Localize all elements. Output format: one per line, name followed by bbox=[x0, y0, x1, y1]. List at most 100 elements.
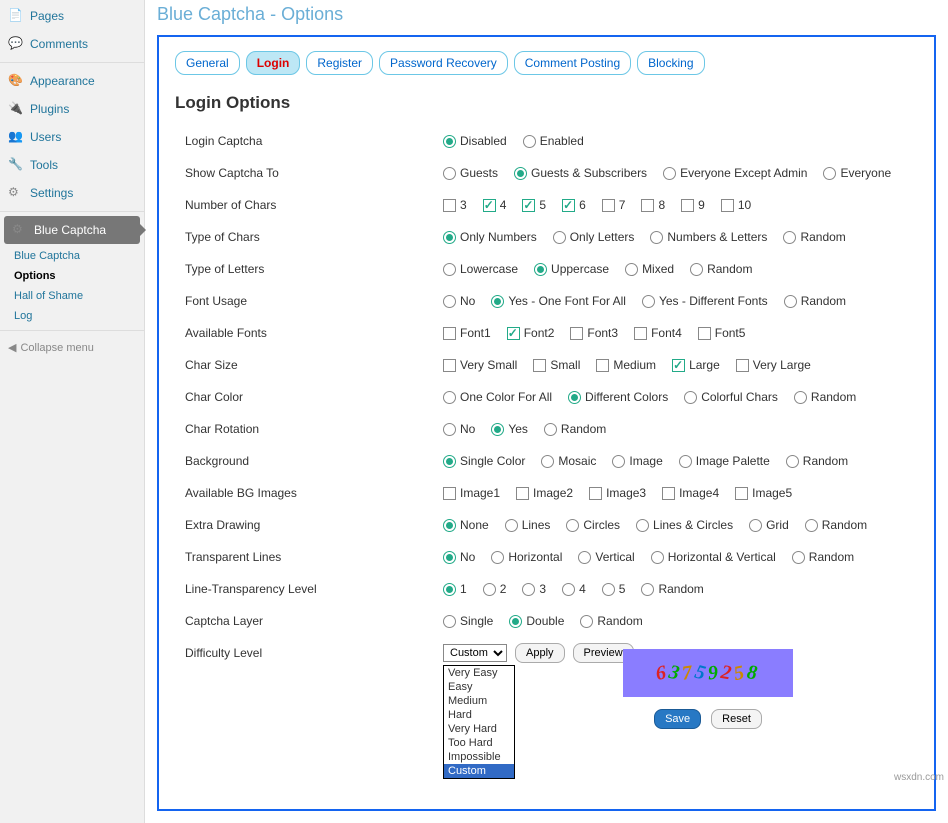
extra-draw-option[interactable]: Lines & Circles bbox=[636, 518, 733, 532]
extra-draw-option[interactable]: Grid bbox=[749, 518, 789, 532]
bg-images-checkbox[interactable] bbox=[443, 487, 456, 500]
avail-fonts-option[interactable]: Font1 bbox=[443, 326, 491, 340]
trans-level-radio[interactable] bbox=[562, 583, 575, 596]
char-color-option[interactable]: Random bbox=[794, 390, 856, 404]
background-option[interactable]: Image bbox=[612, 454, 662, 468]
trans-lines-option[interactable]: Vertical bbox=[578, 550, 634, 564]
type-letters-radio[interactable] bbox=[443, 263, 456, 276]
font-usage-option[interactable]: Yes - One Font For All bbox=[491, 294, 626, 308]
bg-images-option[interactable]: Image1 bbox=[443, 486, 500, 500]
trans-lines-radio[interactable] bbox=[792, 551, 805, 564]
extra-draw-radio[interactable] bbox=[566, 519, 579, 532]
trans-lines-radio[interactable] bbox=[578, 551, 591, 564]
trans-lines-option[interactable]: Horizontal bbox=[491, 550, 562, 564]
extra-draw-radio[interactable] bbox=[636, 519, 649, 532]
char-color-option[interactable]: Different Colors bbox=[568, 390, 668, 404]
font-usage-option[interactable]: Yes - Different Fonts bbox=[642, 294, 768, 308]
char-size-checkbox[interactable] bbox=[596, 359, 609, 372]
nav-users[interactable]: 👥Users bbox=[0, 123, 144, 151]
avail-fonts-checkbox[interactable] bbox=[443, 327, 456, 340]
bg-images-checkbox[interactable] bbox=[662, 487, 675, 500]
num-chars-option[interactable]: 9 bbox=[681, 198, 705, 212]
background-radio[interactable] bbox=[541, 455, 554, 468]
char-rot-radio[interactable] bbox=[491, 423, 504, 436]
trans-lines-radio[interactable] bbox=[491, 551, 504, 564]
save-button[interactable]: Save bbox=[654, 709, 701, 729]
login-captcha-radio[interactable] bbox=[443, 135, 456, 148]
trans-lines-option[interactable]: No bbox=[443, 550, 475, 564]
char-size-checkbox[interactable] bbox=[443, 359, 456, 372]
sub-blue-captcha[interactable]: Blue Captcha bbox=[0, 246, 144, 266]
bg-images-option[interactable]: Image4 bbox=[662, 486, 719, 500]
type-chars-radio[interactable] bbox=[443, 231, 456, 244]
char-size-checkbox[interactable] bbox=[736, 359, 749, 372]
trans-level-option[interactable]: 5 bbox=[602, 582, 626, 596]
trans-level-option[interactable]: 2 bbox=[483, 582, 507, 596]
num-chars-option[interactable]: 3 bbox=[443, 198, 467, 212]
char-rot-radio[interactable] bbox=[443, 423, 456, 436]
show-to-option[interactable]: Guests & Subscribers bbox=[514, 166, 647, 180]
layer-option[interactable]: Single bbox=[443, 614, 493, 628]
layer-radio[interactable] bbox=[443, 615, 456, 628]
show-to-radio[interactable] bbox=[443, 167, 456, 180]
show-to-radio[interactable] bbox=[823, 167, 836, 180]
avail-fonts-checkbox[interactable] bbox=[634, 327, 647, 340]
extra-draw-radio[interactable] bbox=[505, 519, 518, 532]
apply-button[interactable]: Apply bbox=[515, 643, 565, 663]
type-chars-radio[interactable] bbox=[650, 231, 663, 244]
type-chars-option[interactable]: Numbers & Letters bbox=[650, 230, 767, 244]
trans-level-radio[interactable] bbox=[522, 583, 535, 596]
extra-draw-option[interactable]: Circles bbox=[566, 518, 620, 532]
num-chars-option[interactable]: 5 bbox=[522, 198, 546, 212]
char-color-radio[interactable] bbox=[684, 391, 697, 404]
char-size-option[interactable]: Large bbox=[672, 358, 720, 372]
type-letters-radio[interactable] bbox=[690, 263, 703, 276]
num-chars-option[interactable]: 8 bbox=[641, 198, 665, 212]
avail-fonts-option[interactable]: Font3 bbox=[570, 326, 618, 340]
num-chars-checkbox[interactable] bbox=[641, 199, 654, 212]
layer-option[interactable]: Double bbox=[509, 614, 564, 628]
type-letters-radio[interactable] bbox=[534, 263, 547, 276]
type-chars-option[interactable]: Random bbox=[783, 230, 845, 244]
font-usage-radio[interactable] bbox=[784, 295, 797, 308]
type-chars-option[interactable]: Only Letters bbox=[553, 230, 635, 244]
trans-lines-option[interactable]: Random bbox=[792, 550, 854, 564]
trans-level-radio[interactable] bbox=[641, 583, 654, 596]
sub-hall-of-shame[interactable]: Hall of Shame bbox=[0, 286, 144, 306]
char-size-option[interactable]: Very Small bbox=[443, 358, 517, 372]
char-rot-option[interactable]: Random bbox=[544, 422, 606, 436]
char-color-option[interactable]: One Color For All bbox=[443, 390, 552, 404]
char-size-option[interactable]: Medium bbox=[596, 358, 656, 372]
num-chars-checkbox[interactable] bbox=[562, 199, 575, 212]
avail-fonts-checkbox[interactable] bbox=[698, 327, 711, 340]
font-usage-radio[interactable] bbox=[443, 295, 456, 308]
background-radio[interactable] bbox=[612, 455, 625, 468]
trans-level-radio[interactable] bbox=[483, 583, 496, 596]
nav-comments[interactable]: 💬Comments bbox=[0, 30, 144, 58]
trans-level-radio[interactable] bbox=[443, 583, 456, 596]
char-color-option[interactable]: Colorful Chars bbox=[684, 390, 778, 404]
layer-option[interactable]: Random bbox=[580, 614, 642, 628]
background-radio[interactable] bbox=[679, 455, 692, 468]
extra-draw-radio[interactable] bbox=[749, 519, 762, 532]
difficulty-select[interactable]: Custom bbox=[443, 644, 507, 662]
nav-plugins[interactable]: 🔌Plugins bbox=[0, 95, 144, 123]
num-chars-checkbox[interactable] bbox=[602, 199, 615, 212]
char-size-option[interactable]: Very Large bbox=[736, 358, 811, 372]
show-to-radio[interactable] bbox=[514, 167, 527, 180]
type-chars-radio[interactable] bbox=[553, 231, 566, 244]
trans-lines-radio[interactable] bbox=[651, 551, 664, 564]
char-rot-radio[interactable] bbox=[544, 423, 557, 436]
show-to-option[interactable]: Everyone Except Admin bbox=[663, 166, 807, 180]
reset-button[interactable]: Reset bbox=[711, 709, 762, 729]
show-to-radio[interactable] bbox=[663, 167, 676, 180]
type-chars-option[interactable]: Only Numbers bbox=[443, 230, 537, 244]
num-chars-option[interactable]: 7 bbox=[602, 198, 626, 212]
num-chars-checkbox[interactable] bbox=[522, 199, 535, 212]
extra-draw-option[interactable]: None bbox=[443, 518, 489, 532]
trans-level-option[interactable]: Random bbox=[641, 582, 703, 596]
bg-images-checkbox[interactable] bbox=[589, 487, 602, 500]
background-option[interactable]: Image Palette bbox=[679, 454, 770, 468]
sub-log[interactable]: Log bbox=[0, 306, 144, 326]
bg-images-option[interactable]: Image5 bbox=[735, 486, 792, 500]
